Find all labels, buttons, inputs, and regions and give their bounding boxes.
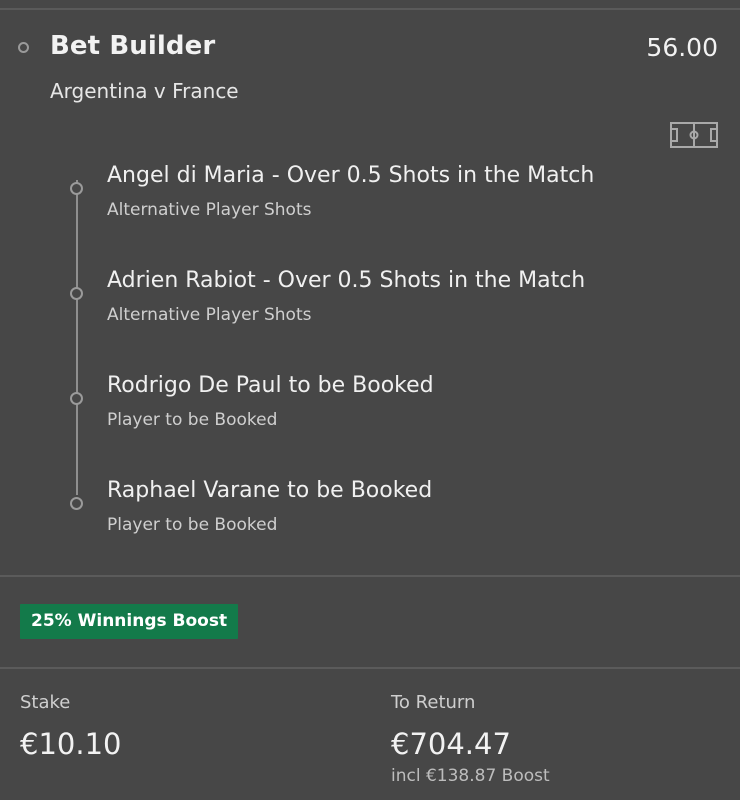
match-name: Argentina v France (50, 79, 239, 103)
selection-item: Angel di Maria - Over 0.5 Shots in the M… (0, 163, 740, 253)
selection-title: Rodrigo De Paul to be Booked (107, 373, 434, 398)
bet-title: Bet Builder (50, 31, 216, 61)
stake-value[interactable]: €10.10 (20, 727, 121, 761)
selection-item: Raphael Varane to be Booked Player to be… (0, 478, 740, 568)
bet-radio-icon[interactable] (18, 42, 29, 53)
selection-market: Alternative Player Shots (107, 200, 312, 220)
section-divider (0, 575, 740, 577)
winnings-boost-badge: 25% Winnings Boost (20, 604, 239, 639)
bet-slip: Bet Builder 56.00 Argentina v France Ang… (0, 0, 740, 800)
pitch-icon (670, 122, 718, 148)
selection-market: Player to be Booked (107, 410, 278, 430)
selection-title: Angel di Maria - Over 0.5 Shots in the M… (107, 163, 595, 188)
selection-bullet-icon (70, 497, 83, 510)
selection-bullet-icon (70, 182, 83, 195)
boost-note: incl €138.87 Boost (391, 766, 550, 786)
selection-bullet-icon (70, 392, 83, 405)
selection-title: Adrien Rabiot - Over 0.5 Shots in the Ma… (107, 268, 586, 293)
bet-odds: 56.00 (646, 33, 718, 62)
selection-item: Rodrigo De Paul to be Booked Player to b… (0, 373, 740, 463)
selection-market: Player to be Booked (107, 515, 278, 535)
top-divider (0, 8, 740, 10)
section-divider (0, 667, 740, 669)
selection-bullet-icon (70, 287, 83, 300)
selection-title: Raphael Varane to be Booked (107, 478, 433, 503)
return-label: To Return (391, 692, 476, 713)
selection-market: Alternative Player Shots (107, 305, 312, 325)
stake-label: Stake (20, 692, 71, 713)
selection-item: Adrien Rabiot - Over 0.5 Shots in the Ma… (0, 268, 740, 358)
return-value: €704.47 (391, 727, 511, 761)
